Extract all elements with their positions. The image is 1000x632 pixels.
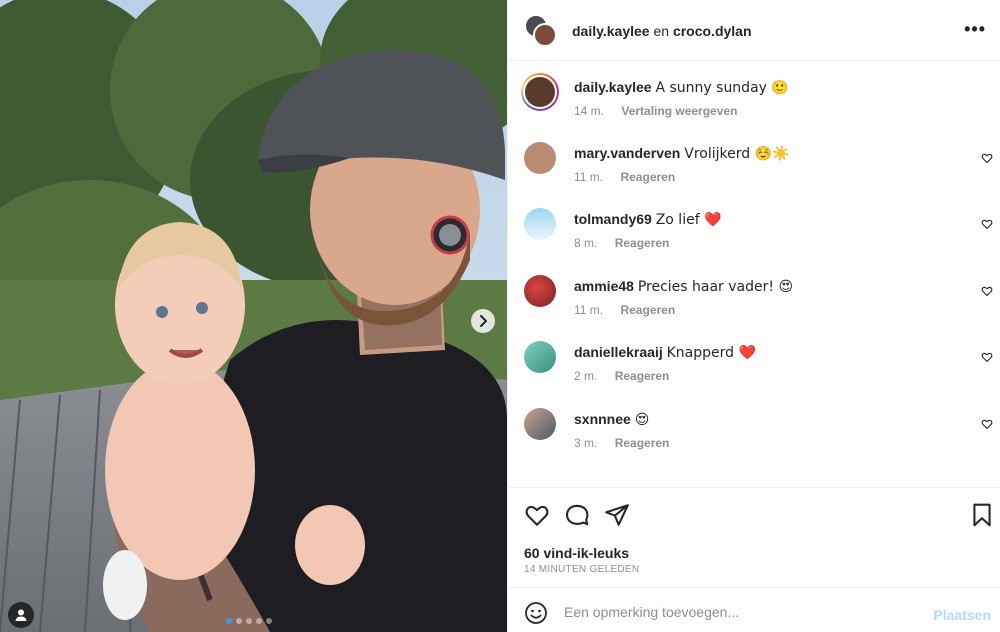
avatar[interactable] bbox=[521, 73, 559, 111]
post-detail-panel: daily.kaylee en croco.dylan ••• daily.ka… bbox=[507, 0, 1000, 632]
chevron-right-icon bbox=[480, 315, 487, 327]
like-comment-heart-icon[interactable] bbox=[981, 218, 993, 230]
comment-username[interactable]: daniellekraaij bbox=[574, 344, 663, 360]
like-comment-heart-icon[interactable] bbox=[981, 351, 993, 363]
comment-text: Knapperd ❤️ bbox=[666, 345, 756, 361]
bookmark-icon[interactable] bbox=[969, 502, 995, 528]
author-link-1[interactable]: daily.kaylee bbox=[572, 23, 650, 39]
reply-button[interactable]: Reageren bbox=[615, 236, 670, 250]
comment-item: sxnnnee 😍 3 m. Reageren bbox=[508, 408, 1000, 468]
next-slide-button[interactable] bbox=[471, 309, 495, 333]
user-icon bbox=[15, 609, 27, 621]
posted-time: 14 MINUTEN GELEDEN bbox=[524, 564, 640, 575]
reply-button[interactable]: Reageren bbox=[615, 436, 670, 450]
carousel-indicator bbox=[226, 618, 272, 624]
photo-image bbox=[0, 0, 507, 632]
avatar[interactable] bbox=[524, 208, 556, 240]
comment-text: Precies haar vader! 😍 bbox=[637, 279, 794, 295]
comment-username[interactable]: mary.vanderven bbox=[574, 145, 680, 161]
carousel-dot bbox=[236, 618, 242, 624]
carousel-dot bbox=[246, 618, 252, 624]
caption: daily.kaylee A sunny sunday 🙂 14 m. Vert… bbox=[508, 73, 1000, 136]
reply-button[interactable]: Reageren bbox=[620, 170, 675, 184]
comment-item: ammie48 Precies haar vader! 😍 11 m. Reag… bbox=[508, 275, 1000, 335]
comment-time: 11 m. bbox=[574, 303, 604, 317]
post-photo[interactable] bbox=[0, 0, 507, 632]
avatar[interactable] bbox=[524, 142, 556, 174]
avatar[interactable] bbox=[524, 341, 556, 373]
caption-username[interactable]: daily.kaylee bbox=[574, 79, 652, 95]
tagged-users-button[interactable] bbox=[8, 602, 34, 628]
author-link-2[interactable]: croco.dylan bbox=[673, 23, 752, 39]
avatar[interactable] bbox=[533, 23, 557, 47]
carousel-dot bbox=[256, 618, 262, 624]
caption-text: A sunny sunday 🙂 bbox=[655, 80, 789, 96]
comments-list: daily.kaylee A sunny sunday 🙂 14 m. Vert… bbox=[508, 62, 1000, 486]
author-joiner: en bbox=[653, 23, 670, 39]
post-header: daily.kaylee en croco.dylan ••• bbox=[508, 0, 1000, 61]
comment-username[interactable]: tolmandy69 bbox=[574, 211, 652, 227]
like-heart-icon[interactable] bbox=[524, 502, 550, 528]
emoji-icon[interactable] bbox=[524, 601, 548, 625]
comment-time: 8 m. bbox=[574, 236, 598, 250]
comment-composer: Plaatsen bbox=[508, 587, 1000, 632]
avatar[interactable] bbox=[524, 275, 556, 307]
comment-text: Zo lief ❤️ bbox=[655, 212, 722, 228]
comment-bubble-icon[interactable] bbox=[564, 502, 590, 528]
comment-input[interactable] bbox=[564, 600, 924, 624]
post-comment-button[interactable]: Plaatsen bbox=[933, 607, 991, 623]
more-options-button[interactable]: ••• bbox=[964, 20, 986, 38]
comment-username[interactable]: sxnnnee bbox=[574, 411, 631, 427]
carousel-dot bbox=[266, 618, 272, 624]
comment-time: 3 m. bbox=[574, 436, 598, 450]
caption-time: 14 m. bbox=[574, 104, 605, 118]
reply-button[interactable]: Reageren bbox=[615, 369, 670, 383]
like-comment-heart-icon[interactable] bbox=[981, 418, 993, 430]
comment-text: 😍 bbox=[634, 412, 650, 428]
comment-item: tolmandy69 Zo lief ❤️ 8 m. Reageren bbox=[508, 208, 1000, 268]
post-actions: 60 vind-ik-leuks 14 MINUTEN GELEDEN bbox=[508, 487, 1000, 587]
comment-item: daniellekraaij Knapperd ❤️ 2 m. Reageren bbox=[508, 341, 1000, 401]
reply-button[interactable]: Reageren bbox=[620, 303, 675, 317]
comment-time: 11 m. bbox=[574, 170, 604, 184]
translate-link[interactable]: Vertaling weergeven bbox=[621, 104, 737, 118]
comment-time: 2 m. bbox=[574, 369, 598, 383]
like-comment-heart-icon[interactable] bbox=[981, 152, 993, 164]
avatar[interactable] bbox=[524, 408, 556, 440]
like-count[interactable]: 60 vind-ik-leuks bbox=[524, 545, 629, 561]
share-send-icon[interactable] bbox=[604, 502, 630, 528]
carousel-dot bbox=[226, 618, 232, 624]
collab-avatars[interactable] bbox=[524, 14, 558, 48]
comment-username[interactable]: ammie48 bbox=[574, 278, 634, 294]
comment-text: Vrolijkerd ☺️☀️ bbox=[684, 146, 790, 162]
like-comment-heart-icon[interactable] bbox=[981, 285, 993, 297]
comment-item: mary.vanderven Vrolijkerd ☺️☀️ 11 m. Rea… bbox=[508, 142, 1000, 202]
post-authors: daily.kaylee en croco.dylan bbox=[572, 23, 752, 39]
